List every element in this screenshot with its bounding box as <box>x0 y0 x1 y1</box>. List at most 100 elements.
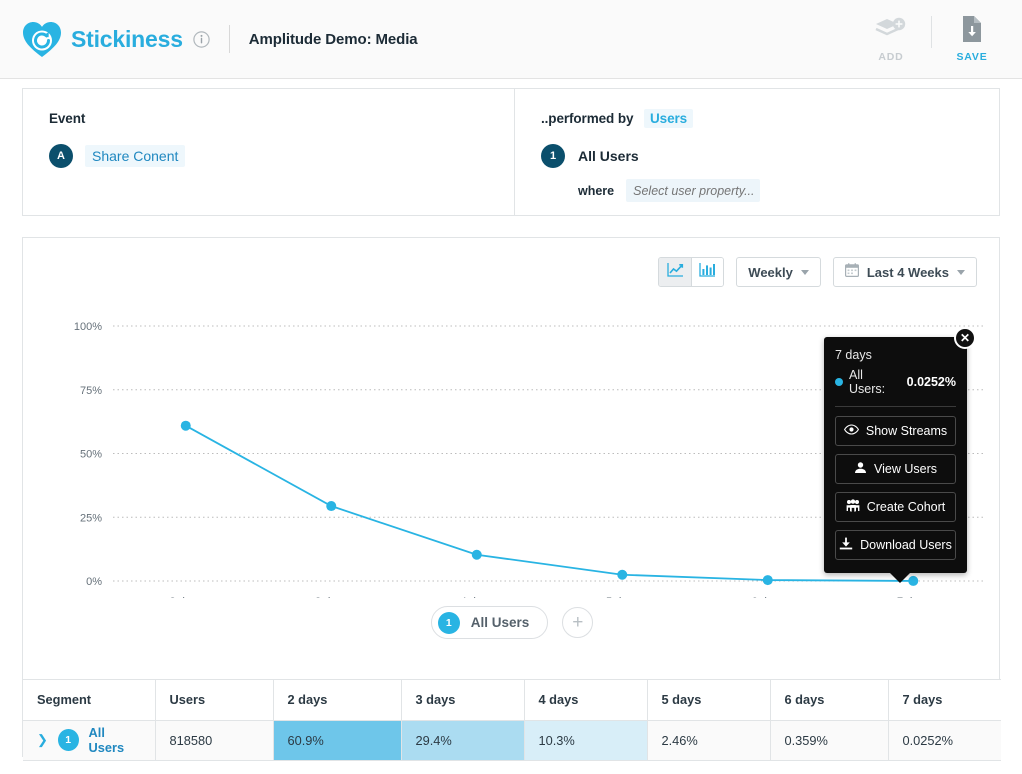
view-users-button[interactable]: View Users <box>835 454 956 484</box>
date-range-dropdown[interactable]: Last 4 Weeks <box>833 257 977 287</box>
data-point[interactable] <box>763 575 773 585</box>
save-document-icon <box>940 12 1004 46</box>
person-icon <box>854 461 867 477</box>
download-users-label: Download Users <box>860 538 952 552</box>
people-group-icon <box>846 499 860 515</box>
tooltip-title: 7 days <box>835 348 956 362</box>
line-chart-toggle[interactable] <box>659 258 691 286</box>
legend-badge: 1 <box>438 612 460 634</box>
y-axis-tick-label: 50% <box>80 449 102 461</box>
download-users-button[interactable]: Download Users <box>835 530 956 560</box>
app-title: Stickiness <box>71 26 183 53</box>
performed-by-text: ..performed by <box>541 111 633 126</box>
line-chart-icon <box>667 262 684 282</box>
table-header-5-days[interactable]: 5 days <box>647 680 770 720</box>
show-streams-label: Show Streams <box>866 424 947 438</box>
tooltip-pointer <box>889 572 911 583</box>
stickiness-heart-logo <box>22 20 62 58</box>
segment-badge: 1 <box>541 144 565 168</box>
plus-icon: + <box>572 612 583 634</box>
query-panels: Event A Share Conent ..performed by User… <box>22 88 1000 216</box>
table-header-segment[interactable]: Segment <box>23 680 155 720</box>
show-streams-button[interactable]: Show Streams <box>835 416 956 446</box>
add-segment-button[interactable]: + <box>562 607 593 638</box>
tooltip-value-row: All Users: 0.0252% <box>835 368 956 396</box>
segment-panel-label: ..performed by Users <box>541 111 973 126</box>
add-button[interactable]: ADD <box>859 12 923 63</box>
info-circle-icon[interactable] <box>193 31 210 48</box>
data-point[interactable] <box>472 550 482 560</box>
eye-icon <box>844 424 859 438</box>
where-label: where <box>578 184 614 198</box>
download-icon <box>839 537 853 553</box>
table-header-3-days[interactable]: 3 days <box>401 680 524 720</box>
event-name-chip[interactable]: Share Conent <box>85 145 185 167</box>
data-point[interactable] <box>617 570 627 580</box>
data-point[interactable] <box>326 501 336 511</box>
y-axis-tick-label: 100% <box>74 321 102 333</box>
close-icon[interactable]: ✕ <box>954 327 976 349</box>
brand-area: Stickiness Amplitude Demo: Media <box>22 20 418 58</box>
y-axis-tick-label: 0% <box>86 576 102 588</box>
row-segment-label[interactable]: All Users <box>89 725 141 755</box>
table-header-4-days[interactable]: 4 days <box>524 680 647 720</box>
table-body: ❯ 1 All Users 81858060.9%29.4%10.3%2.46%0.3… <box>23 720 1001 760</box>
chevron-down-icon <box>957 270 965 275</box>
table-cell-day-5[interactable]: 2.46% <box>647 720 770 760</box>
tooltip-series-label: All Users: <box>849 368 901 396</box>
table-cell-day-3[interactable]: 29.4% <box>401 720 524 760</box>
table-header-6-days[interactable]: 6 days <box>770 680 888 720</box>
table-cell-day-7[interactable]: 0.0252% <box>888 720 1001 760</box>
event-row: A Share Conent <box>49 144 488 168</box>
save-button[interactable]: SAVE <box>940 12 1004 63</box>
segment-name: All Users <box>578 148 639 164</box>
date-range-label: Last 4 Weeks <box>867 265 949 280</box>
x-axis-tick-label: 2 days <box>170 596 203 598</box>
create-cohort-label: Create Cohort <box>867 500 946 514</box>
view-users-label: View Users <box>874 462 937 476</box>
table-header-users[interactable]: Users <box>155 680 273 720</box>
tooltip-series-value: 0.0252% <box>907 375 956 389</box>
table-header-7-days[interactable]: 7 days <box>888 680 1001 720</box>
y-axis-tick-label: 25% <box>80 512 102 524</box>
create-cohort-button[interactable]: Create Cohort <box>835 492 956 522</box>
legend-item-all-users[interactable]: 1 All Users <box>431 606 549 639</box>
page-title: Amplitude Demo: Media <box>249 31 418 48</box>
event-badge: A <box>49 144 73 168</box>
actions-divider <box>931 16 932 48</box>
results-table: SegmentUsers2 days3 days4 days5 days6 da… <box>23 679 1001 761</box>
add-label: ADD <box>859 51 923 63</box>
x-axis-tick-label: 5 days <box>606 596 639 598</box>
table-cell-day-4[interactable]: 10.3% <box>524 720 647 760</box>
row-badge: 1 <box>58 729 79 751</box>
table-header-2-days[interactable]: 2 days <box>273 680 401 720</box>
interval-dropdown[interactable]: Weekly <box>736 257 821 287</box>
table-cell-day-2[interactable]: 60.9% <box>273 720 401 760</box>
top-bar: Stickiness Amplitude Demo: Media AD <box>0 0 1022 79</box>
data-point[interactable] <box>181 421 191 431</box>
chart-type-toggle <box>658 257 724 287</box>
table-row[interactable]: ❯ 1 All Users 81858060.9%29.4%10.3%2.46%0.3… <box>23 720 1001 760</box>
chart-controls: Weekly Last 4 Weeks <box>658 257 977 287</box>
table-cell-segment: ❯ 1 All Users <box>23 720 155 760</box>
segment-row: 1 All Users <box>541 144 973 168</box>
interval-label: Weekly <box>748 265 793 280</box>
bar-chart-icon <box>699 262 716 282</box>
calendar-icon <box>845 263 859 282</box>
bar-chart-toggle[interactable] <box>691 258 723 286</box>
save-label: SAVE <box>940 51 1004 63</box>
user-property-input[interactable] <box>626 179 760 202</box>
table-cell-day-6[interactable]: 0.359% <box>770 720 888 760</box>
legend-label: All Users <box>471 615 530 630</box>
x-axis-tick-label: 6 days <box>752 596 785 598</box>
table-cell-users: 818580 <box>155 720 273 760</box>
series-color-dot <box>835 378 843 386</box>
x-axis-tick-label: 3 days <box>315 596 348 598</box>
y-axis-tick-label: 75% <box>80 385 102 397</box>
chevron-right-icon[interactable]: ❯ <box>37 732 48 748</box>
users-chip[interactable]: Users <box>644 109 693 128</box>
tooltip-divider <box>835 406 956 407</box>
table-header-row: SegmentUsers2 days3 days4 days5 days6 da… <box>23 680 1001 720</box>
header-actions: ADD SAVE <box>859 12 1004 63</box>
series-line-all-users <box>186 426 914 581</box>
